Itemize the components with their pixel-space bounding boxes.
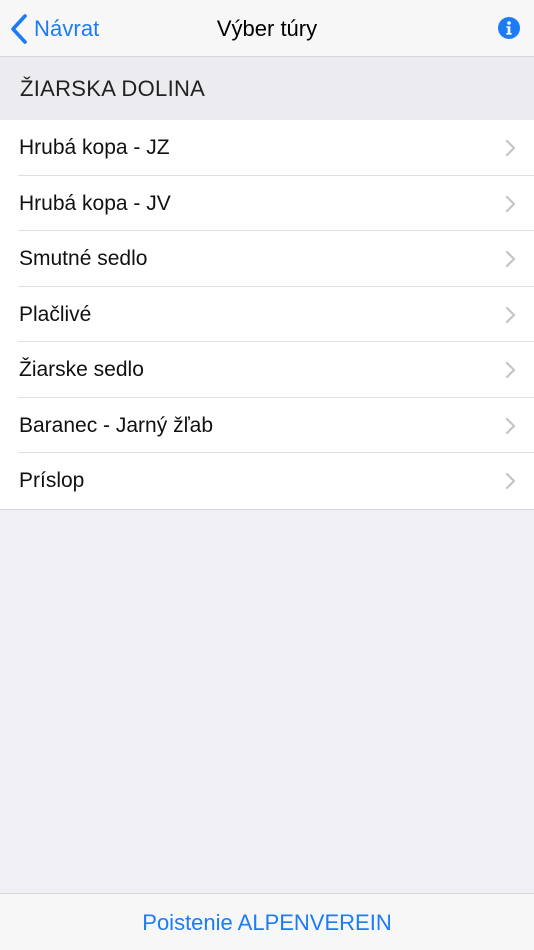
list-item[interactable]: Baranec - Jarný žľab — [0, 398, 534, 454]
list-item-label: Žiarske sedlo — [19, 358, 144, 381]
list-item-label: Baranec - Jarný žľab — [19, 413, 214, 437]
list-item[interactable]: Hrubá kopa - JV — [0, 176, 534, 232]
chevron-right-icon — [505, 139, 516, 157]
chevron-right-icon — [505, 472, 516, 490]
list-item-label: Smutné sedlo — [19, 247, 148, 270]
chevron-right-icon — [505, 250, 516, 268]
chevron-right-icon — [505, 417, 516, 434]
list-item-label: Príslop — [19, 469, 85, 492]
info-button[interactable] — [498, 17, 520, 39]
chevron-right-icon — [505, 306, 516, 323]
list-item[interactable]: Smutné sedlo — [0, 231, 534, 287]
list-item-label: Hrubá kopa - JZ — [19, 136, 170, 159]
list-item[interactable]: Žiarske sedlo — [0, 342, 534, 398]
list-item-label: Hrubá kopa - JV — [19, 191, 171, 215]
info-icon — [498, 17, 520, 39]
list-item[interactable]: Hrubá kopa - JZ — [0, 120, 534, 176]
section-title: ŽIARSKA DOLINA — [20, 76, 206, 101]
chevron-right-icon — [505, 195, 516, 212]
insurance-button[interactable]: Poistenie ALPENVEREIN — [0, 910, 534, 936]
tour-list: Hrubá kopa - JZ Hrubá kopa - JV Smutné s… — [0, 120, 534, 510]
section-header: ŽIARSKA DOLINA — [0, 57, 534, 120]
list-item[interactable]: Príslop — [0, 453, 534, 509]
list-item[interactable]: Plačlivé — [0, 287, 534, 343]
list-item-label: Plačlivé — [19, 302, 92, 326]
navigation-bar: Návrat Výber túry — [0, 0, 534, 57]
page-title: Výber túry — [216, 16, 318, 41]
bottom-toolbar: Poistenie ALPENVEREIN — [0, 893, 534, 950]
chevron-right-icon — [505, 361, 516, 379]
